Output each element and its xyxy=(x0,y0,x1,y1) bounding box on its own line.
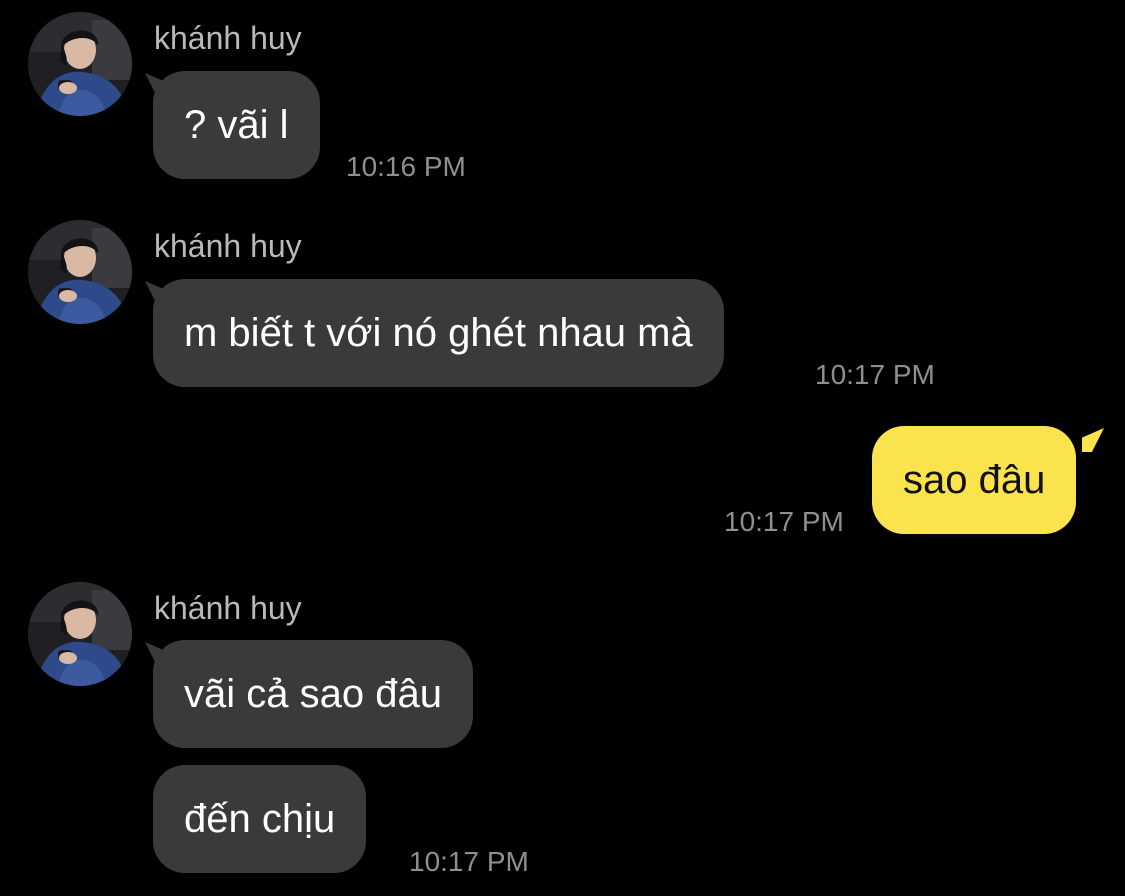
profile-photo-icon xyxy=(28,12,132,116)
message-bubble[interactable]: vãi cả sao đâu xyxy=(153,640,473,748)
message-bubble[interactable]: m biết t với nó ghét nhau mà xyxy=(153,279,724,387)
contact-avatar[interactable] xyxy=(28,220,132,324)
sender-name: khánh huy xyxy=(154,590,302,626)
sender-name: khánh huy xyxy=(154,20,302,56)
message-timestamp: 10:17 PM xyxy=(409,846,529,877)
contact-avatar[interactable] xyxy=(28,582,132,686)
message-timestamp: 10:16 PM xyxy=(346,151,466,182)
message-timestamp: 10:17 PM xyxy=(815,359,935,390)
message-bubble[interactable]: sao đâu xyxy=(872,426,1077,534)
sender-name: khánh huy xyxy=(154,228,302,264)
message-bubble[interactable]: ? vãi l xyxy=(153,71,320,179)
message-bubble[interactable]: đến chịu xyxy=(153,765,367,873)
profile-photo-icon xyxy=(28,582,132,686)
bubble-tail xyxy=(1082,428,1104,452)
message-timestamp: 10:17 PM xyxy=(724,506,844,537)
profile-photo-icon xyxy=(28,220,132,324)
contact-avatar[interactable] xyxy=(28,12,132,116)
